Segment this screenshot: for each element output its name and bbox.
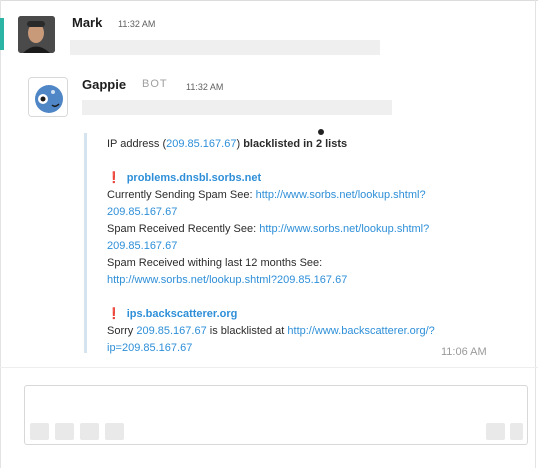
message-input[interactable] xyxy=(25,386,527,422)
user-photo-icon xyxy=(18,16,55,53)
message-author[interactable]: Mark xyxy=(72,15,102,30)
unread-accent-bar xyxy=(0,18,4,50)
message-composer[interactable] xyxy=(24,385,528,445)
list-entry: Spam Received Recently See: http://www.s… xyxy=(107,221,517,238)
summary-text: IP address ( xyxy=(107,138,167,150)
list-entry-cont: 209.85.167.67 xyxy=(107,238,517,255)
list-entry: Sorry 209.85.167.67 is blacklisted at ht… xyxy=(107,323,517,340)
summary-bold-text: blacklisted in 2 lists xyxy=(243,138,348,150)
list-title-link[interactable]: problems.dnsbl.sorbs.net xyxy=(127,172,261,184)
list-title: ❗ problems.dnsbl.sorbs.net xyxy=(107,170,517,187)
exclamation-icon: ❗ xyxy=(107,172,121,184)
window-left-border xyxy=(0,0,1,468)
window-right-border xyxy=(535,0,536,468)
exclamation-icon: ❗ xyxy=(107,308,121,320)
ip-link[interactable]: 209.85.167.67 xyxy=(166,138,236,150)
lookup-link[interactable]: 209.85.167.67 xyxy=(107,206,177,218)
divider xyxy=(0,367,538,368)
redacted-message-text xyxy=(70,40,380,55)
lookup-link[interactable]: ip=209.85.167.67 xyxy=(107,342,192,354)
ip-link[interactable]: 209.85.167.67 xyxy=(136,325,206,337)
message-timestamp[interactable]: 11:32 AM xyxy=(186,82,223,92)
bold-format-icon[interactable] xyxy=(30,423,49,440)
list-entry-cont: 209.85.167.67 xyxy=(107,204,517,221)
entry-text: is blacklisted at xyxy=(206,325,288,337)
list-title-link[interactable]: ips.backscatterer.org xyxy=(127,308,238,320)
blacklist-summary: IP address (209.85.167.67) blacklisted i… xyxy=(107,136,517,153)
lookup-link[interactable]: http://www.sorbs.net/lookup.shtml?209.85… xyxy=(107,274,347,286)
strike-format-icon[interactable] xyxy=(80,423,99,440)
message-author[interactable]: Gappie xyxy=(82,77,126,92)
attachment-timestamp: 11:06 AM xyxy=(441,346,487,358)
entry-text: Currently Sending Spam See: xyxy=(107,189,256,201)
italic-format-icon[interactable] xyxy=(55,423,74,440)
window-top-border xyxy=(0,0,538,1)
entry-text: Spam Received Recently See: xyxy=(107,223,260,235)
list-entry-cont: http://www.sorbs.net/lookup.shtml?209.85… xyxy=(107,272,517,289)
gappie-bot-icon xyxy=(29,78,67,116)
list-title: ❗ ips.backscatterer.org xyxy=(107,306,517,323)
emoji-icon[interactable] xyxy=(486,423,505,440)
code-format-icon[interactable] xyxy=(105,423,124,440)
entry-text: Spam Received withing last 12 months See… xyxy=(107,257,323,269)
avatar[interactable] xyxy=(18,16,55,53)
redacted-message-text xyxy=(82,100,392,115)
attachment-body: IP address (209.85.167.67) blacklisted i… xyxy=(107,136,517,357)
lookup-link[interactable]: http://www.sorbs.net/lookup.shtml? xyxy=(259,223,429,235)
lookup-link[interactable]: http://www.sorbs.net/lookup.shtml? xyxy=(256,189,426,201)
lookup-link[interactable]: 209.85.167.67 xyxy=(107,240,177,252)
list-entry: Spam Received withing last 12 months See… xyxy=(107,255,517,272)
list-entry: Currently Sending Spam See: http://www.s… xyxy=(107,187,517,204)
attachment-bar xyxy=(84,133,87,353)
attach-icon[interactable] xyxy=(510,423,523,440)
bot-badge: BOT xyxy=(142,78,168,90)
message-timestamp[interactable]: 11:32 AM xyxy=(118,19,155,29)
lookup-link[interactable]: http://www.backscatterer.org/? xyxy=(287,325,434,337)
entry-text: Sorry xyxy=(107,325,137,337)
bot-avatar[interactable] xyxy=(28,77,68,117)
cursor-dot xyxy=(318,129,324,135)
